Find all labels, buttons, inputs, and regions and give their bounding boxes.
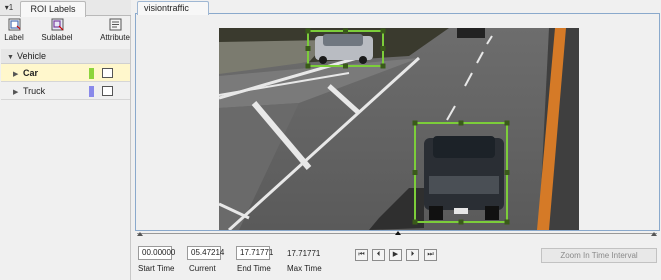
next-frame-icon: ⏵ bbox=[410, 251, 415, 258]
roi-resize-handle[interactable] bbox=[343, 28, 348, 34]
roi-resize-handle[interactable] bbox=[380, 46, 386, 51]
panel-menu-icon[interactable]: ▾1 bbox=[3, 2, 15, 14]
roi-resize-handle[interactable] bbox=[504, 170, 510, 175]
label-visibility-checkbox[interactable] bbox=[102, 68, 113, 78]
play-button[interactable]: ▶ bbox=[389, 249, 402, 261]
roi-resize-handle[interactable] bbox=[305, 28, 311, 34]
label-name: Truck bbox=[23, 86, 46, 96]
label-toolstrip: Label Sublabel Attribute bbox=[0, 17, 131, 47]
roi-resize-handle[interactable] bbox=[504, 120, 510, 126]
first-frame-button[interactable]: ⏮ bbox=[355, 249, 368, 261]
add-sublabel-button[interactable]: Sublabel bbox=[40, 18, 74, 47]
start-time-field[interactable]: 00.00000 bbox=[138, 246, 175, 260]
roi-resize-handle[interactable] bbox=[458, 219, 464, 225]
label-tree: ▼ Vehicle ▶ Car ▶ Truck bbox=[1, 49, 130, 100]
group-label: Vehicle bbox=[17, 51, 47, 61]
next-frame-button[interactable]: ⏵ bbox=[406, 249, 419, 261]
attribute-button-text: Attribute bbox=[100, 33, 130, 42]
collapse-arrow-icon[interactable]: ▼ bbox=[7, 50, 17, 65]
end-time-field[interactable]: 17.71771 bbox=[236, 246, 273, 260]
video-frame[interactable] bbox=[219, 28, 579, 230]
roi-resize-handle[interactable] bbox=[458, 120, 464, 126]
zoom-in-time-interval-button[interactable]: Zoom In Time Interval bbox=[541, 248, 657, 263]
previous-frame-icon: ⏴ bbox=[376, 251, 381, 258]
roi-labels-panel: ▾1 ROI Labels Label Sublabel Attribute ▼… bbox=[0, 0, 131, 280]
sublabel-icon bbox=[51, 18, 63, 31]
slider-current-marker-icon[interactable] bbox=[395, 231, 401, 235]
roi-resize-handle[interactable] bbox=[412, 120, 418, 126]
label-icon bbox=[8, 18, 20, 31]
slider-start-marker-icon[interactable] bbox=[137, 232, 143, 236]
current-time-field[interactable]: 05.47214 bbox=[187, 246, 224, 260]
left-tab-bar: ▾1 ROI Labels bbox=[0, 0, 131, 17]
video-display-panel bbox=[135, 13, 660, 231]
group-header-vehicle[interactable]: ▼ Vehicle bbox=[1, 49, 130, 64]
last-frame-button[interactable]: ⏭ bbox=[424, 249, 437, 261]
label-color-swatch bbox=[89, 68, 94, 79]
end-time-caption: End Time bbox=[237, 264, 271, 273]
label-visibility-checkbox[interactable] bbox=[102, 86, 113, 96]
play-icon: ▶ bbox=[392, 251, 399, 258]
tab-visiontraffic[interactable]: visiontraffic bbox=[137, 1, 209, 15]
add-attribute-button[interactable]: Attribute bbox=[98, 18, 132, 47]
tab-roi-labels[interactable]: ROI Labels bbox=[20, 1, 86, 17]
current-caption: Current bbox=[189, 264, 216, 273]
roi-resize-handle[interactable] bbox=[504, 219, 510, 225]
roi-resize-handle[interactable] bbox=[380, 63, 386, 69]
roi-resize-handle[interactable] bbox=[412, 170, 418, 175]
label-name: Car bbox=[23, 68, 39, 78]
max-time-caption: Max Time bbox=[287, 264, 322, 273]
label-button-text: Label bbox=[4, 33, 24, 42]
time-slider[interactable] bbox=[137, 231, 657, 238]
sublabel-button-text: Sublabel bbox=[41, 33, 73, 42]
expand-arrow-icon[interactable]: ▶ bbox=[13, 84, 23, 102]
label-color-swatch bbox=[89, 86, 94, 97]
start-time-caption: Start Time bbox=[138, 264, 175, 273]
label-row-car[interactable]: ▶ Car bbox=[1, 64, 130, 82]
slider-end-marker-icon[interactable] bbox=[651, 232, 657, 236]
add-label-button[interactable]: Label bbox=[0, 18, 31, 47]
previous-frame-button[interactable]: ⏴ bbox=[372, 249, 385, 261]
last-frame-icon: ⏭ bbox=[427, 251, 434, 258]
roi-resize-handle[interactable] bbox=[305, 46, 311, 51]
roi-resize-handle[interactable] bbox=[380, 28, 386, 34]
first-frame-icon: ⏮ bbox=[358, 251, 365, 258]
attribute-icon bbox=[109, 18, 121, 31]
roi-resize-handle[interactable] bbox=[343, 63, 348, 69]
roi-resize-handle[interactable] bbox=[412, 219, 418, 225]
label-row-truck[interactable]: ▶ Truck bbox=[1, 82, 130, 100]
roi-resize-handle[interactable] bbox=[305, 63, 311, 69]
traffic-scene-image bbox=[219, 28, 579, 230]
max-time-value: 17.71771 bbox=[287, 249, 321, 258]
